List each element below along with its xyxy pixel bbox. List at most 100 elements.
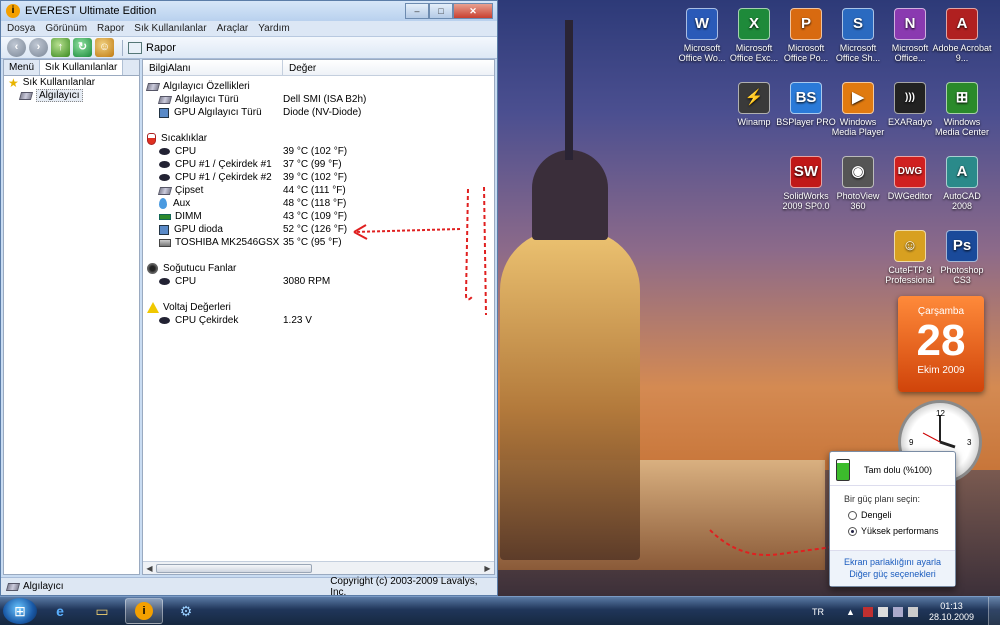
menu-rapor[interactable]: Rapor (97, 23, 124, 34)
status-sensor-icon (5, 582, 21, 591)
radio-dengeli[interactable] (848, 510, 857, 520)
maiden-tower-background (500, 230, 640, 560)
network-icon[interactable] (892, 606, 903, 617)
sensor-row[interactable]: TOSHIBA MK2546GSX 35 °C (95 °F) (147, 236, 494, 249)
explorer-folder-icon[interactable]: ▭ (83, 598, 121, 624)
internet-explorer-icon[interactable]: e (41, 598, 79, 624)
tab-favorites[interactable]: Sık Kullanılanlar (40, 60, 124, 75)
sensor-row[interactable]: CPU #1 / Çekirdek #2 39 °C (102 °F) (147, 171, 494, 184)
scroll-right-icon[interactable]: ▶ (481, 564, 494, 573)
desktop-icon[interactable]: DWG DWGeditor (880, 156, 940, 201)
sensor-value: 35 °C (95 °F) (283, 237, 342, 248)
radio-yuksek-performans[interactable] (848, 526, 857, 536)
plan-yuksek-performans[interactable]: Yüksek performans (830, 523, 955, 539)
sensor-value: 39 °C (102 °F) (283, 172, 348, 183)
sensor-row[interactable]: CPU #1 / Çekirdek #1 37 °C (99 °F) (147, 158, 494, 171)
app-shortcut-icon: ▶ (842, 82, 874, 114)
close-button[interactable]: ✕ (453, 3, 493, 19)
sensor-row[interactable]: GPU dioda 52 °C (126 °F) (147, 223, 494, 236)
sensor-row[interactable]: GPU Algılayıcı Türü Diode (NV-Diode) (147, 106, 494, 119)
tab-menu[interactable]: Menü (4, 60, 41, 75)
title-bar[interactable]: i EVEREST Ultimate Edition – □ ✕ (1, 1, 497, 21)
menu-sik-kullanilanlar[interactable]: Sık Kullanılanlar (134, 23, 206, 34)
desktop-icon[interactable]: Ps Photoshop CS3 (932, 230, 992, 285)
up-folder-icon[interactable]: ↑ (51, 38, 70, 57)
app-shortcut-icon: X (738, 8, 770, 40)
desktop-icon[interactable]: A AutoCAD 2008 (932, 156, 992, 211)
sensor-field: GPU dioda (174, 224, 223, 235)
desktop-icon[interactable]: SW SolidWorks 2009 SP0.0 (776, 156, 836, 211)
menu-dosya[interactable]: Dosya (7, 23, 35, 34)
sensor-row[interactable]: Algılayıcı Türü Dell SMI (ISA B2h) (147, 93, 494, 106)
show-hidden-icons-icon[interactable]: ▲ (846, 607, 855, 617)
everest-taskbar-icon[interactable]: i (125, 598, 163, 624)
report-button[interactable]: Rapor (128, 41, 176, 54)
battery-tray-icon[interactable] (877, 606, 888, 617)
left-pane: Menü Sık Kullanılanlar ★ Sık Kullanılanl… (3, 59, 140, 575)
desktop-icon[interactable]: A Adobe Acrobat 9... (932, 8, 992, 63)
cpu-icon (159, 278, 170, 285)
desktop-icon[interactable]: ⚡ Winamp (724, 82, 784, 127)
desktop-icon[interactable]: BS BSPlayer PRO (776, 82, 836, 127)
control-panel-icon[interactable]: ⚙ (167, 598, 205, 624)
app-shortcut-icon: ☺ (894, 230, 926, 262)
users-icon[interactable]: ☺ (95, 38, 114, 57)
gpu-icon (159, 107, 169, 118)
scroll-left-icon[interactable]: ◀ (143, 564, 156, 573)
sensor-value: 37 °C (99 °F) (283, 159, 342, 170)
desktop-icon-label: AutoCAD 2008 (943, 191, 981, 211)
horizontal-scrollbar[interactable]: ◀ ▶ (143, 561, 494, 574)
column-value[interactable]: Değer (283, 60, 322, 75)
menu-gorunum[interactable]: Görünüm (45, 23, 87, 34)
language-indicator[interactable]: TR (812, 607, 824, 617)
forward-arrow-icon[interactable]: › (29, 38, 48, 57)
menu-araclar[interactable]: Araçlar (217, 23, 249, 34)
maximize-button[interactable]: □ (429, 3, 453, 19)
star-icon: ★ (8, 75, 19, 90)
minimize-button[interactable]: – (405, 3, 429, 19)
desktop-icon-label: Microsoft Office Sh... (835, 43, 881, 63)
tree-label-sensor: Algılayıcı (36, 89, 83, 102)
sensor-field: CPU (175, 146, 197, 157)
sensor-row[interactable]: CPU Çekirdek 1.23 V (147, 314, 494, 327)
menu-yardim[interactable]: Yardım (258, 23, 290, 34)
tray-clock[interactable]: 01:13 28.10.2009 (929, 601, 974, 623)
desktop-icon[interactable]: W Microsoft Office Wo... (672, 8, 732, 63)
tree-item-favorites[interactable]: ★ Sık Kullanılanlar (4, 75, 139, 90)
desktop-icon[interactable]: X Microsoft Office Exc... (724, 8, 784, 63)
desktop-icon[interactable]: ☺ CuteFTP 8 Professional (880, 230, 940, 285)
report-icon (128, 41, 142, 54)
desktop-icon[interactable]: ))) EXARadyo (880, 82, 940, 127)
desktop-icon[interactable]: ◉ PhotoView 360 (828, 156, 888, 211)
tree-item-sensor[interactable]: Algılayıcı (4, 89, 139, 102)
more-power-options-link[interactable]: Diğer güç seçenekleri (830, 568, 955, 580)
desktop-icon-label: PhotoView 360 (836, 191, 880, 211)
sensor-value: Dell SMI (ISA B2h) (283, 94, 367, 105)
brightness-link[interactable]: Ekran parlaklığını ayarla (830, 556, 955, 568)
desktop-icon[interactable]: N Microsoft Office... (880, 8, 940, 63)
column-field[interactable]: BilgiAlanı (143, 60, 283, 75)
desktop-icon-label: EXARadyo (887, 117, 933, 127)
desktop-icon[interactable]: S Microsoft Office Sh... (828, 8, 888, 63)
sensor-row[interactable]: DIMM 43 °C (109 °F) (147, 210, 494, 223)
back-arrow-icon[interactable]: ‹ (7, 38, 26, 57)
desktop-icon-label: Microsoft Office Wo... (678, 43, 726, 63)
sensor-field: TOSHIBA MK2546GSX (175, 237, 280, 248)
desktop-icon-label: Adobe Acrobat 9... (932, 43, 992, 63)
sensor-row[interactable]: CPU 3080 RPM (147, 275, 494, 288)
sensor-row[interactable]: CPU 39 °C (102 °F) (147, 145, 494, 158)
show-desktop-button[interactable] (988, 597, 1000, 625)
section-fans: Soğutucu Fanlar (147, 262, 494, 275)
flag-icon[interactable] (862, 606, 873, 617)
sensor-row[interactable]: Çipset 44 °C (111 °F) (147, 184, 494, 197)
scroll-thumb[interactable] (156, 563, 312, 573)
sensor-row[interactable]: Aux 48 °C (118 °F) (147, 197, 494, 210)
refresh-icon[interactable]: ↻ (73, 38, 92, 57)
desktop-icon[interactable]: ▶ Windows Media Player (828, 82, 888, 137)
volume-icon[interactable] (907, 606, 918, 617)
calendar-gadget[interactable]: Çarşamba 28 Ekim 2009 (898, 296, 984, 392)
desktop-icon[interactable]: P Microsoft Office Po... (776, 8, 836, 63)
plan-dengeli[interactable]: Dengeli (830, 507, 955, 523)
desktop-icon[interactable]: ⊞ Windows Media Center (932, 82, 992, 137)
start-button[interactable]: ⊞ (3, 598, 37, 624)
